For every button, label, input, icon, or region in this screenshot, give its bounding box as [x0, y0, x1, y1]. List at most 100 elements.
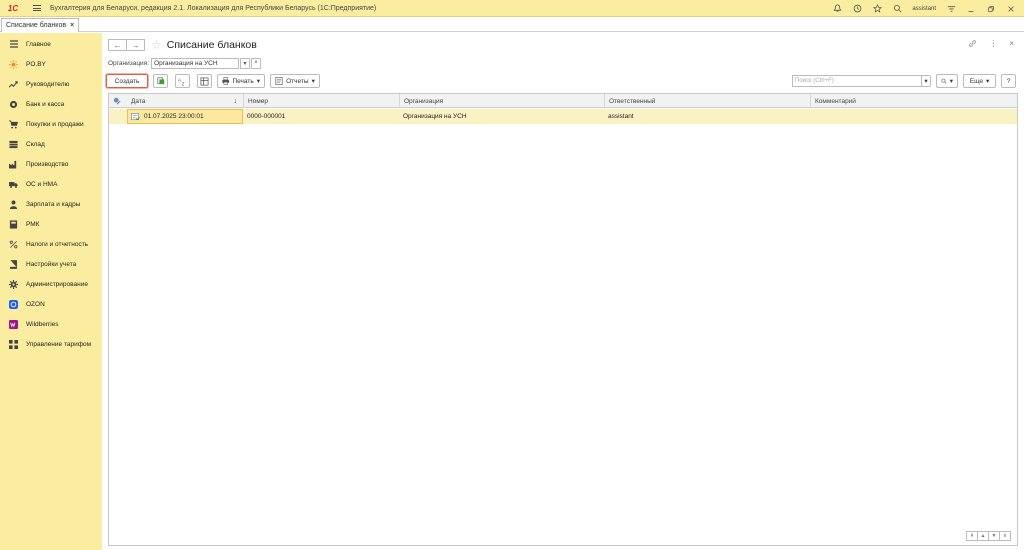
sidebar-item-wildberries[interactable]: Wildberries	[0, 317, 102, 331]
tab-spisanie-blankov[interactable]: Списание бланков ×	[1, 18, 80, 32]
column-header-comment[interactable]: Комментарий	[810, 94, 1017, 108]
person-icon	[9, 200, 18, 209]
restore-icon[interactable]	[986, 4, 996, 14]
sidebar-item-bank[interactable]: Банк и касса	[0, 97, 102, 111]
sidebar-item-label: Налоги и отчетность	[26, 240, 89, 248]
column-header-number[interactable]: Номер	[243, 94, 399, 108]
posted-status-header-icon[interactable]	[109, 94, 127, 108]
menu-lines-icon	[9, 40, 18, 49]
svg-text:Z: Z	[182, 81, 185, 85]
tab-strip: Списание бланков ×	[0, 17, 1024, 32]
chevron-down-icon: ▾	[311, 78, 315, 85]
cell-comment[interactable]	[810, 109, 1017, 124]
copy-document-button[interactable]	[153, 74, 168, 88]
back-button[interactable]: ←	[108, 39, 127, 51]
sidebar-item-settings[interactable]: Настройки учета	[0, 257, 102, 271]
help-button[interactable]: ?	[1001, 74, 1016, 88]
sidebar-item-admin[interactable]: Администрирование	[0, 277, 102, 291]
app-logo: 1С	[7, 3, 19, 13]
sun-icon	[9, 59, 18, 69]
sidebar-item-label: ОС и НМА	[26, 180, 58, 188]
sidebar-item-taxes[interactable]: Налоги и отчетность	[0, 237, 102, 251]
create-button[interactable]: Создать	[106, 74, 148, 88]
sort-arrow-icon: ↓	[233, 97, 238, 105]
favorite-star-icon[interactable]: ☆	[151, 38, 162, 52]
book-icon	[9, 259, 18, 269]
more-label: Еще	[969, 77, 983, 85]
posted-status-icon	[113, 97, 121, 105]
tab-close-icon[interactable]: ×	[70, 22, 74, 29]
trend-icon	[9, 80, 18, 89]
find-button[interactable]: ▾	[936, 74, 958, 88]
sidebar-item-rmk[interactable]: РМК	[0, 217, 102, 231]
sidebar-item-label: РМК	[26, 220, 40, 228]
wildberries-icon	[9, 319, 18, 329]
cart-icon	[9, 120, 18, 129]
cell-number[interactable]: 0000-000001	[243, 109, 399, 124]
sidebar-item-production[interactable]: Производство	[0, 157, 102, 171]
sidebar-item-tariff[interactable]: Управление тарифом	[0, 337, 102, 351]
filter-button[interactable]	[197, 74, 212, 88]
print-button[interactable]: Печать ▾	[217, 74, 265, 88]
sidebar-item-main[interactable]: Главное	[0, 37, 102, 51]
reports-button[interactable]: Отчеты ▾	[270, 74, 320, 88]
tab-label: Списание бланков	[6, 22, 67, 29]
column-header-date[interactable]: Дата ↓	[127, 94, 243, 108]
sidebar-item-ozon[interactable]: OZON	[0, 297, 102, 311]
print-label: Печать	[232, 77, 254, 85]
reports-label: Отчеты	[286, 77, 309, 85]
sidebar-item-label: OZON	[26, 300, 45, 308]
history-icon[interactable]	[852, 4, 862, 14]
user-name[interactable]: assistant	[912, 6, 936, 12]
cell-responsible[interactable]: assistant	[604, 109, 810, 124]
org-filter: Организация: Организация на УСН ▾ ×	[108, 57, 262, 69]
truck-icon	[9, 180, 18, 189]
copy-document-icon	[156, 77, 164, 85]
org-dropdown-icon[interactable]: ▾	[240, 57, 251, 69]
sidebar-item-purchases-sales[interactable]: Покупки и продажи	[0, 117, 102, 131]
bell-icon[interactable]	[832, 4, 842, 14]
factory-icon	[9, 160, 18, 169]
date-value: 01.07.2025 23:00:01	[144, 113, 204, 120]
sidebar: Главное PO.BY Руководителю Банк и касса …	[0, 33, 102, 550]
settings-lines-icon[interactable]	[946, 4, 956, 14]
sidebar-item-os-nma[interactable]: ОС и НМА	[0, 177, 102, 191]
sidebar-item-label: Банк и касса	[26, 100, 65, 108]
printer-icon	[222, 77, 230, 85]
sort-button[interactable]: AZ	[175, 74, 190, 88]
sidebar-item-rukovoditelyu[interactable]: Руководителю	[0, 77, 102, 91]
sidebar-item-label: Wildberries	[26, 320, 59, 328]
more-button[interactable]: Еще ▾	[963, 74, 996, 88]
favorites-star-icon[interactable]	[872, 4, 882, 14]
command-bar: Создать AZ Печать ▾ Отчеты ▾ Поиск (Ctrl…	[106, 74, 1018, 90]
org-clear-icon[interactable]: ×	[251, 57, 262, 69]
more-vertical-icon[interactable]: ⋮	[989, 39, 997, 50]
search-dropdown-button[interactable]: ▾	[921, 75, 931, 87]
percent-icon	[9, 240, 18, 249]
main-menu-icon[interactable]	[30, 0, 44, 17]
sidebar-item-label: Зарплата и кадры	[26, 200, 81, 208]
link-icon[interactable]	[968, 39, 977, 50]
org-field[interactable]: Организация на УСН	[151, 57, 240, 69]
chevron-down-icon: ▾	[949, 78, 953, 85]
table-header: Дата ↓ Номер Организация Ответственный К…	[109, 94, 1017, 108]
chevron-down-icon: ▾	[985, 78, 990, 85]
sidebar-item-poby[interactable]: PO.BY	[0, 57, 102, 71]
sidebar-item-warehouse[interactable]: Склад	[0, 137, 102, 151]
column-header-organization[interactable]: Организация	[399, 94, 604, 108]
table-row[interactable]: 01.07.2025 23:00:01 0000-000001 Организа…	[109, 109, 1017, 124]
search-icon[interactable]	[892, 4, 902, 14]
column-header-responsible[interactable]: Ответственный	[604, 94, 810, 108]
cell-organization[interactable]: Организация на УСН	[399, 109, 604, 124]
scroll-bottom-icon[interactable]: ⇟	[999, 531, 1011, 541]
close-form-icon[interactable]: ×	[1009, 39, 1014, 50]
org-label: Организация:	[108, 59, 150, 67]
minimize-icon[interactable]	[966, 4, 976, 14]
register-icon	[9, 219, 18, 229]
cell-date[interactable]: 01.07.2025 23:00:01	[127, 109, 243, 124]
close-window-icon[interactable]	[1006, 4, 1016, 14]
search-input[interactable]: Поиск (Ctrl+F)	[792, 75, 922, 87]
sidebar-item-salary[interactable]: Зарплата и кадры	[0, 197, 102, 211]
forward-button[interactable]: →	[126, 39, 145, 51]
sidebar-item-label: Главное	[26, 40, 51, 48]
